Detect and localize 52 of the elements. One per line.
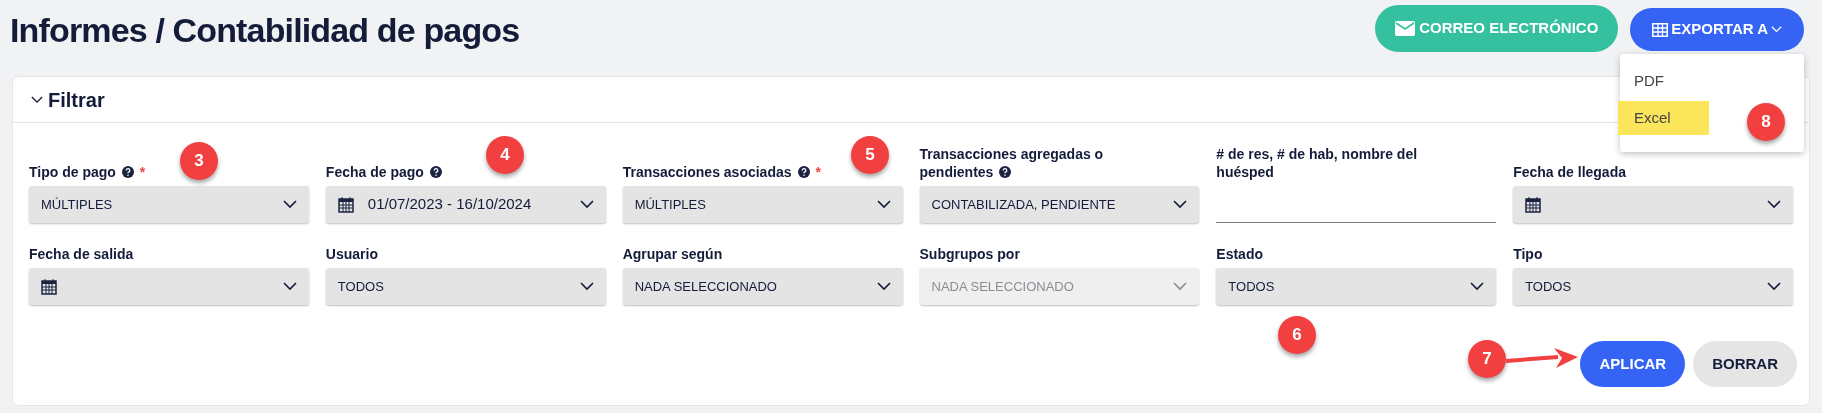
field-label: Fecha de llegada [1513,163,1627,181]
date-select[interactable] [29,268,309,305]
field-label: Tipo de pago * [29,163,147,181]
chevron-down-icon [579,200,594,209]
page-title: Informes / Contabilidad de pagos [10,10,520,51]
chevron-down-icon [1470,282,1485,291]
apply-button[interactable]: APLICAR [1580,341,1686,387]
field-label: Tipo [1513,245,1544,263]
export-button[interactable]: EXPORTAR A [1630,8,1804,51]
date-select[interactable]: 01/07/2023 - 16/10/2024 [325,186,606,223]
filter-toggle[interactable]: Filtrar [31,84,105,115]
menu-item[interactable]: Excel [1618,101,1709,135]
envelope-icon [1395,21,1416,36]
field-label: Fecha de salida [29,245,135,263]
chevron-down-icon [876,282,891,291]
field-label: Usuario [325,245,379,263]
dropdown-select[interactable]: TODOS [1513,268,1793,305]
field-label: Estado [1216,245,1264,263]
date-select[interactable] [1513,186,1793,223]
dropdown-select[interactable]: NADA SELECCIONADO [622,268,903,305]
chevron-down-icon [31,95,43,104]
chevron-down-icon [1173,200,1188,209]
table-icon [1652,22,1669,37]
chevron-down-icon [1173,282,1188,291]
field-label: # de res, # de hab, nombre del huésped [1216,145,1419,181]
field-label: Subgrupos por [919,245,1021,263]
chevron-down-icon [1767,200,1781,209]
help-icon [429,166,442,178]
calendar-icon [41,278,57,295]
dropdown-select[interactable]: TODOS [325,268,606,305]
arrow-icon [1506,347,1578,369]
clear-button[interactable]: BORRAR [1693,341,1797,387]
chevron-down-icon [1767,282,1781,291]
menu-item[interactable]: PDF [1618,64,1709,98]
help-icon [797,166,810,178]
chevron-down-icon [876,200,891,209]
chevron-down-icon [282,200,297,209]
field-label: Transacciones asociadas * [622,163,822,181]
help-icon [999,166,1012,178]
chevron-down-icon [1771,26,1782,33]
chevron-down-icon [579,282,594,291]
calendar-icon [337,196,354,213]
field-label: Fecha de pago [325,163,462,181]
help-icon [121,166,134,178]
field-label: Agrupar según [622,245,724,263]
field-label: Transacciones agregadas o pendientes [919,145,1105,181]
dropdown-select[interactable]: MÚLTIPLES [622,186,903,223]
dropdown-select[interactable]: TODOS [1216,268,1497,305]
chevron-down-icon [282,282,297,291]
dropdown-select[interactable]: MÚLTIPLES [29,186,309,223]
calendar-icon [1525,196,1542,213]
dropdown-select[interactable]: CONTABILIZADA, PENDIENTE [919,186,1200,223]
